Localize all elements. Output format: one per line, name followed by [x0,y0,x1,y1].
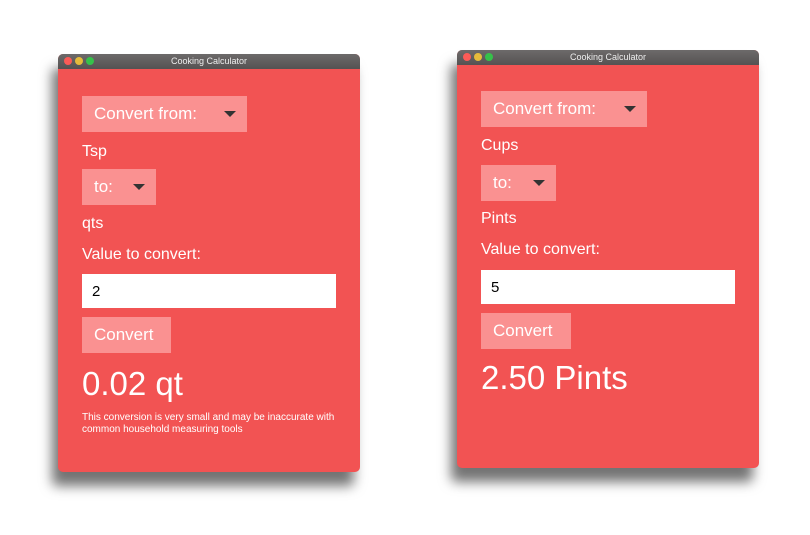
caret-down-icon [133,184,145,190]
convert-from-label: Convert from: [493,99,596,118]
close-dot-icon[interactable] [463,53,471,61]
value-to-convert-label: Value to convert: [82,246,201,263]
window-controls [463,53,496,62]
caret-down-icon [224,111,236,117]
title-bar[interactable]: Cooking Calculator [457,50,759,65]
value-to-convert-label: Value to convert: [481,241,600,258]
close-dot-icon[interactable] [64,57,72,65]
convert-button[interactable]: Convert [82,317,171,353]
from-unit-value: Tsp [82,143,107,160]
to-unit-value: Pints [481,210,517,227]
window-title: Cooking Calculator [170,56,248,66]
calculator-window-left: Cooking Calculator Convert from: Tsp to:… [58,54,360,472]
from-unit-value: Cups [481,137,519,154]
conversion-result: 0.02 qt [82,365,183,402]
minimize-dot-icon[interactable] [474,53,482,61]
convert-from-dropdown[interactable]: Convert from: [481,91,647,127]
caret-down-icon [533,180,545,186]
calculator-window-right: Cooking Calculator Convert from: Cups to… [457,50,759,468]
minimize-dot-icon[interactable] [75,57,83,65]
value-input[interactable] [82,274,336,308]
to-dropdown[interactable]: to: [82,169,156,205]
conversion-result: 2.50 Pints [481,359,628,396]
caret-down-icon [624,106,636,112]
value-input[interactable] [481,270,735,304]
to-dropdown[interactable]: to: [481,165,556,201]
maximize-dot-icon[interactable] [485,53,493,61]
window-controls [64,57,97,66]
to-label: to: [493,173,512,192]
window-title: Cooking Calculator [569,52,647,62]
convert-from-label: Convert from: [94,104,197,123]
to-label: to: [94,177,113,196]
maximize-dot-icon[interactable] [86,57,94,65]
to-unit-value: qts [82,215,104,232]
convert-button[interactable]: Convert [481,313,571,349]
convert-from-dropdown[interactable]: Convert from: [82,96,247,132]
title-bar[interactable]: Cooking Calculator [58,54,360,69]
accuracy-note: This conversion is very small and may be… [82,412,335,435]
